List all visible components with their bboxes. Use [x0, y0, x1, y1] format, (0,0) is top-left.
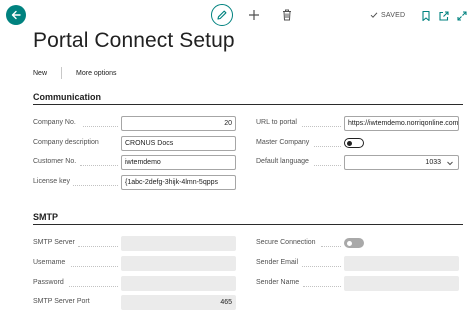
customer-no-field[interactable]: iwtemdemo: [121, 155, 236, 170]
company-description-row: Company description CRONUS Docs: [33, 136, 236, 151]
expand-button[interactable]: [456, 9, 468, 27]
communication-section-title: Communication: [33, 92, 102, 102]
sender-email-field: [344, 256, 459, 271]
url-to-portal-field[interactable]: https://iwtemdemo.norriqonline.com: [344, 116, 459, 131]
dotted-leader: [314, 165, 341, 166]
company-no-row: Company No. 20: [33, 116, 236, 131]
communication-section-rule: [33, 104, 463, 105]
delete-button[interactable]: [281, 8, 293, 27]
smtp-port-label: SMTP Server Port: [33, 298, 90, 305]
default-language-select[interactable]: 1033: [344, 155, 459, 170]
company-description-field[interactable]: CRONUS Docs: [121, 136, 236, 151]
bookmark-icon: [422, 10, 430, 22]
username-field: [121, 256, 236, 271]
top-command-bar: SAVED: [0, 0, 474, 32]
chevron-down-icon: [447, 161, 453, 166]
customer-no-row: Customer No. iwtemdemo: [33, 155, 236, 170]
toggle-knob: [347, 140, 352, 146]
sender-email-label: Sender Email: [256, 259, 299, 266]
dotted-leader: [314, 146, 341, 147]
password-label: Password: [33, 279, 64, 286]
toggle-knob: [347, 240, 352, 246]
dotted-leader: [78, 246, 118, 247]
license-key-field[interactable]: {1abc-2defg-3hijk-4lmn-5qpps: [121, 175, 236, 190]
expand-icon: [457, 11, 467, 21]
dotted-leader: [302, 126, 341, 127]
password-row: Password: [33, 276, 236, 291]
secure-connection-toggle: [344, 238, 364, 248]
plus-icon: [249, 10, 259, 20]
checkmark-icon: [370, 12, 378, 18]
dotted-leader: [69, 286, 118, 287]
default-language-row: Default language 1033: [256, 155, 459, 170]
new-action[interactable]: New: [33, 70, 47, 77]
page-title: Portal Connect Setup: [33, 29, 235, 52]
smtp-server-field: [121, 236, 236, 251]
master-company-label: Master Company: [256, 139, 310, 146]
username-label: Username: [33, 259, 66, 266]
sender-name-label: Sender Name: [256, 279, 300, 286]
dotted-leader: [302, 266, 341, 267]
username-row: Username: [33, 256, 236, 271]
license-key-row: License key {1abc-2defg-3hijk-4lmn-5qpps: [33, 175, 236, 190]
pencil-icon: [217, 10, 227, 20]
more-options-action[interactable]: More options: [76, 70, 116, 77]
dotted-leader: [73, 185, 118, 186]
url-to-portal-row: URL to portal https://iwtemdemo.norriqon…: [256, 116, 459, 131]
trash-icon: [283, 9, 291, 21]
customer-no-label: Customer No.: [33, 158, 77, 165]
smtp-port-field: 465: [121, 295, 236, 310]
action-bar: New More options: [33, 67, 116, 79]
default-language-label: Default language: [256, 158, 309, 165]
secure-connection-label: Secure Connection: [256, 239, 316, 246]
dotted-leader: [83, 126, 118, 127]
company-description-label: Company description: [33, 139, 99, 146]
saved-label: SAVED: [381, 11, 406, 19]
dotted-leader: [321, 246, 341, 247]
back-arrow-icon: [11, 10, 21, 20]
sender-email-row: Sender Email: [256, 256, 459, 271]
bookmark-button[interactable]: [421, 9, 431, 27]
sender-name-field: [344, 276, 459, 291]
default-language-value: 1033: [425, 159, 441, 166]
new-record-button[interactable]: [247, 8, 261, 27]
secure-connection-row: Secure Connection: [256, 236, 459, 251]
open-new-window-button[interactable]: [438, 9, 450, 27]
password-field: [121, 276, 236, 291]
dotted-leader: [71, 266, 118, 267]
sender-name-row: Sender Name: [256, 276, 459, 291]
open-new-window-icon: [439, 11, 449, 21]
saved-status: SAVED: [370, 11, 405, 19]
smtp-section-title: SMTP: [33, 212, 59, 222]
master-company-toggle[interactable]: [344, 138, 364, 148]
license-key-label: License key: [33, 178, 70, 185]
back-button[interactable]: [6, 5, 26, 25]
master-company-row: Master Company: [256, 136, 459, 151]
dotted-leader: [303, 286, 341, 287]
company-no-label: Company No.: [33, 119, 76, 126]
action-divider: [61, 67, 63, 79]
smtp-server-row: SMTP Server: [33, 236, 236, 251]
smtp-section-rule: [33, 224, 463, 225]
smtp-server-label: SMTP Server: [33, 239, 75, 246]
company-no-field[interactable]: 20: [121, 116, 236, 131]
url-to-portal-label: URL to portal: [256, 119, 297, 126]
edit-button[interactable]: [211, 4, 233, 26]
dotted-leader: [80, 165, 118, 166]
smtp-port-row: SMTP Server Port 465: [33, 295, 236, 310]
